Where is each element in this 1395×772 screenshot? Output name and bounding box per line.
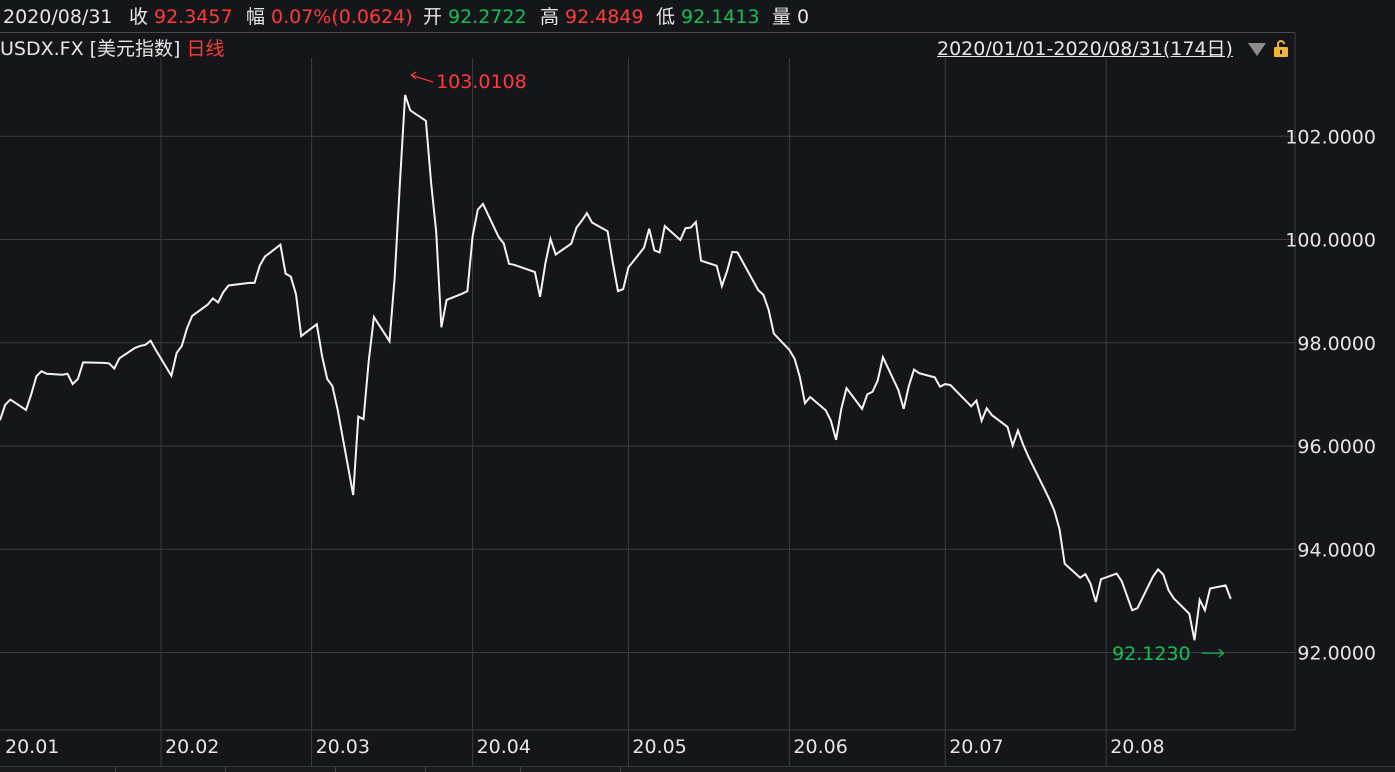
x-tick-label: 20.02 bbox=[165, 736, 219, 758]
x-tick-label: 20.06 bbox=[793, 736, 847, 758]
price-chart: 92.0000 94.0000 96.0000 98.0000 100.0000 102.… bbox=[0, 33, 1376, 772]
bottom-tab[interactable] bbox=[620, 767, 666, 772]
grid-lines bbox=[0, 58, 1295, 772]
x-tick-label: 20.03 bbox=[316, 736, 370, 758]
y-tick-label: 100.0000 bbox=[1285, 230, 1376, 252]
high-arrow-icon bbox=[410, 71, 434, 83]
low-annotation-label: 92.1230 bbox=[1112, 643, 1191, 665]
price-annotations: 103.0108 92.1230 bbox=[410, 71, 1225, 665]
x-tick-label: 20.05 bbox=[632, 736, 686, 758]
bottom-tab[interactable] bbox=[225, 767, 336, 772]
bottom-tab[interactable] bbox=[335, 767, 426, 772]
y-tick-label: 98.0000 bbox=[1297, 333, 1376, 355]
bottom-tab[interactable] bbox=[425, 767, 521, 772]
y-tick-label: 92.0000 bbox=[1297, 643, 1376, 665]
bottom-tab[interactable] bbox=[520, 767, 621, 772]
y-axis: 92.0000 94.0000 96.0000 98.0000 100.0000 102.… bbox=[1285, 126, 1376, 664]
bottom-tab[interactable] bbox=[115, 767, 226, 772]
y-tick-label: 102.0000 bbox=[1285, 126, 1376, 148]
price-line bbox=[0, 94, 1232, 641]
chart-window: 2020/08/31 收 92.3457 幅 0.07%(0.0624) 开 9… bbox=[0, 0, 1395, 772]
low-arrow-icon bbox=[1201, 648, 1225, 658]
x-tick-label: 20.08 bbox=[1110, 736, 1164, 758]
high-annotation-label: 103.0108 bbox=[436, 71, 527, 93]
x-tick-label: 20.07 bbox=[949, 736, 1003, 758]
bottom-tab-strip bbox=[0, 766, 1395, 772]
y-tick-label: 94.0000 bbox=[1297, 539, 1376, 561]
x-axis: 20.01 20.02 20.03 20.04 20.05 20.06 20.07 20.08 bbox=[5, 736, 1165, 758]
y-tick-label: 96.0000 bbox=[1297, 436, 1376, 458]
x-tick-label: 20.04 bbox=[477, 736, 531, 758]
x-tick-label: 20.01 bbox=[5, 736, 59, 758]
